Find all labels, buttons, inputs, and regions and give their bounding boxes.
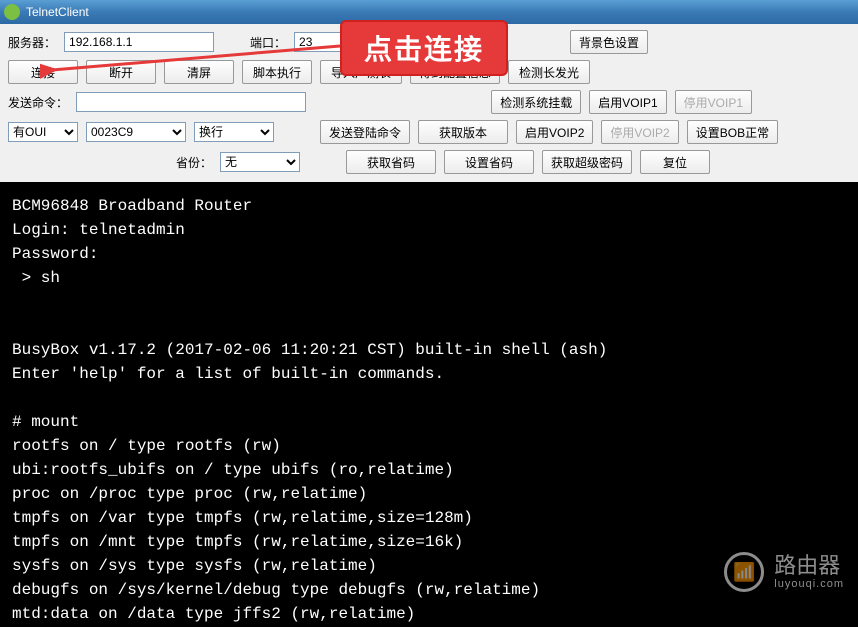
window-title: TelnetClient [26,5,89,19]
toolbar-row-4: 有OUI 0023C9 换行 发送登陆命令 获取版本 启用VOIP2 停用VOI… [8,120,850,144]
detect-sys-load-button[interactable]: 检测系统挂载 [491,90,581,114]
set-prov-code-button[interactable]: 设置省码 [444,150,534,174]
province-select[interactable]: 无 [220,152,300,172]
port-label: 端口： [250,34,286,51]
clear-button[interactable]: 清屏 [164,60,234,84]
bgcolor-button[interactable]: 背景色设置 [570,30,648,54]
toolbar-row-1: 服务器： 端口： 背景色设置 [8,30,850,54]
toolbar-row-2: 连接 断开 清屏 脚本执行 导入产测表 得到配置信息 检测长发光 [8,60,850,84]
app-icon [4,4,20,20]
enable-voip1-button[interactable]: 启用VOIP1 [589,90,666,114]
toolbar-row-5: 省份： 无 获取省码 设置省码 获取超级密码 复位 [8,150,850,174]
window-titlebar: TelnetClient [0,0,858,24]
reset-button[interactable]: 复位 [640,150,710,174]
wrap-select[interactable]: 换行 [194,122,274,142]
terminal-output[interactable]: BCM96848 Broadband Router Login: telneta… [0,182,858,627]
send-login-cmd-button[interactable]: 发送登陆命令 [320,120,410,144]
send-cmd-label: 发送命令： [8,94,68,111]
set-bob-button[interactable]: 设置BOB正常 [687,120,778,144]
oui-select[interactable]: 有OUI [8,122,78,142]
server-input[interactable] [64,32,214,52]
send-cmd-input[interactable] [76,92,306,112]
get-config-button[interactable]: 得到配置信息 [410,60,500,84]
import-prodtest-button[interactable]: 导入产测表 [320,60,402,84]
get-super-pwd-button[interactable]: 获取超级密码 [542,150,632,174]
province-label: 省份： [176,154,212,171]
detect-long-light-button[interactable]: 检测长发光 [508,60,590,84]
script-exec-button[interactable]: 脚本执行 [242,60,312,84]
server-label: 服务器： [8,34,56,51]
connect-button[interactable]: 连接 [8,60,78,84]
disconnect-button[interactable]: 断开 [86,60,156,84]
port-input[interactable] [294,32,354,52]
get-prov-code-button[interactable]: 获取省码 [346,150,436,174]
toolbar-row-3: 发送命令： 检测系统挂载 启用VOIP1 停用VOIP1 [8,90,850,114]
disable-voip1-button[interactable]: 停用VOIP1 [675,90,752,114]
get-version-button[interactable]: 获取版本 [418,120,508,144]
oui-code-select[interactable]: 0023C9 [86,122,186,142]
disable-voip2-button[interactable]: 停用VOIP2 [601,120,678,144]
enable-voip2-button[interactable]: 启用VOIP2 [516,120,593,144]
toolbar-panel: 服务器： 端口： 背景色设置 连接 断开 清屏 脚本执行 导入产测表 得到配置信… [0,24,858,182]
